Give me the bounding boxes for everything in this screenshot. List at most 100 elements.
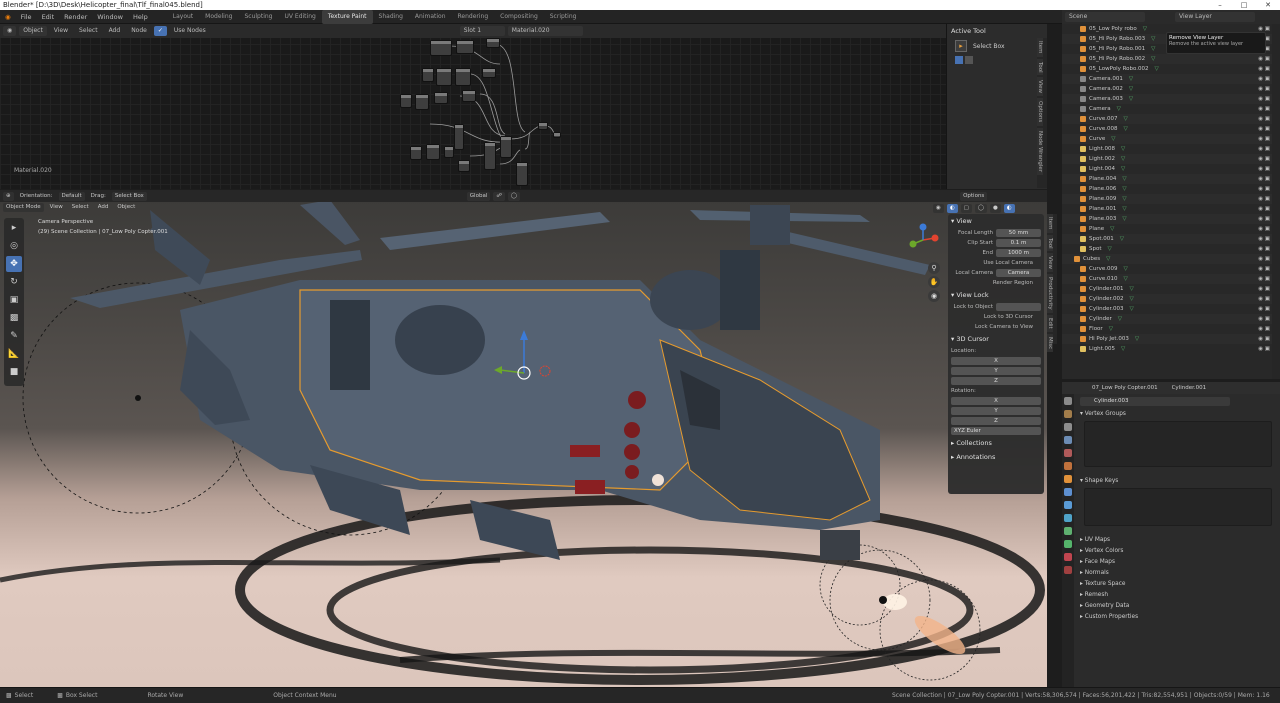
- visibility-eye-icon[interactable]: ◉ ▣: [1258, 116, 1270, 122]
- modifier-icon[interactable]: ▽: [1111, 136, 1115, 142]
- visibility-eye-icon[interactable]: ◉ ▣: [1258, 126, 1270, 132]
- tab-modeling[interactable]: Modeling: [199, 10, 238, 24]
- modifier-icon[interactable]: ▽: [1123, 276, 1127, 282]
- visibility-eye-icon[interactable]: ◉ ▣: [1258, 166, 1270, 172]
- modifier-icon[interactable]: ▽: [1118, 316, 1122, 322]
- tab-misc[interactable]: Misc: [1047, 333, 1053, 352]
- outliner-item[interactable]: Light.005 ▽ ◉ ▣: [1062, 344, 1272, 354]
- shader-node[interactable]: [486, 38, 500, 48]
- shader-node[interactable]: [482, 68, 496, 78]
- visibility-eye-icon[interactable]: ◉ ▣: [1258, 136, 1270, 142]
- viewport-menu-view[interactable]: View: [47, 203, 66, 212]
- menu-window[interactable]: Window: [92, 10, 128, 24]
- modifier-icon[interactable]: ▽: [1151, 36, 1155, 42]
- outliner-item[interactable]: Plane.009 ▽ ◉ ▣: [1062, 194, 1272, 204]
- collections-section[interactable]: ▸ Collections: [948, 436, 1044, 450]
- modifier-icon[interactable]: ▽: [1151, 56, 1155, 62]
- cursor-y-field[interactable]: Y: [951, 367, 1041, 375]
- tab-shading[interactable]: Shading: [373, 10, 409, 24]
- material-output-node[interactable]: [553, 132, 561, 138]
- modifier-icon[interactable]: ▽: [1122, 216, 1126, 222]
- outliner-item[interactable]: Curve.007 ▽ ◉ ▣: [1062, 114, 1272, 124]
- pan-hand-icon[interactable]: ✋: [928, 276, 940, 288]
- outliner-item[interactable]: Curve.008 ▽ ◉ ▣: [1062, 124, 1272, 134]
- maximize-icon[interactable]: □: [1232, 0, 1256, 10]
- visibility-eye-icon[interactable]: ◉ ▣: [1258, 256, 1270, 262]
- outliner-item[interactable]: Camera.002 ▽ ◉ ▣: [1062, 84, 1272, 94]
- outliner-item[interactable]: Spot.001 ▽ ◉ ▣: [1062, 234, 1272, 244]
- rotation-mode-dropdown[interactable]: XYZ Euler: [951, 427, 1041, 435]
- drag-dropdown[interactable]: Select Box: [111, 191, 147, 201]
- clip-end-field[interactable]: 1000 m: [996, 249, 1041, 257]
- tab-edit[interactable]: Edit: [1047, 314, 1053, 332]
- mesh-name-field[interactable]: Cylinder.003: [1080, 396, 1230, 406]
- visibility-eye-icon[interactable]: ◉ ▣: [1258, 286, 1270, 292]
- shader-node[interactable]: [500, 136, 512, 158]
- shader-node[interactable]: [455, 68, 471, 86]
- view-layer-tab-icon[interactable]: [1064, 436, 1072, 444]
- local-camera-checkbox[interactable]: Use Local Camera: [951, 260, 1036, 266]
- section-shape-keys[interactable]: ▾ Shape Keys: [1074, 475, 1280, 486]
- transform-orientation-icon[interactable]: ⊕: [3, 191, 14, 201]
- shader-node[interactable]: [454, 124, 464, 150]
- view-section-title[interactable]: ▾ View: [948, 214, 1044, 228]
- world-tab-icon[interactable]: [1064, 462, 1072, 470]
- visibility-eye-icon[interactable]: ◉ ▣: [1258, 66, 1270, 72]
- visibility-eye-icon[interactable]: ◉ ▣: [1258, 266, 1270, 272]
- section-vertex-colors[interactable]: ▸ Vertex Colors: [1074, 545, 1280, 556]
- visibility-eye-icon[interactable]: ◉ ▣: [1258, 316, 1270, 322]
- tab-tool[interactable]: Tool: [1037, 58, 1043, 76]
- outliner-item[interactable]: Light.008 ▽ ◉ ▣: [1062, 144, 1272, 154]
- tab-view[interactable]: View: [1047, 253, 1053, 273]
- viewport-menu-select[interactable]: Select: [69, 203, 92, 212]
- 3d-cursor-title[interactable]: ▾ 3D Cursor: [948, 332, 1044, 346]
- visibility-eye-icon[interactable]: ◉ ▣: [1258, 76, 1270, 82]
- tab-layout[interactable]: Layout: [167, 10, 199, 24]
- section-vertex-groups[interactable]: ▾ Vertex Groups: [1074, 408, 1280, 419]
- modifier-icon[interactable]: ▽: [1110, 226, 1114, 232]
- modifier-icon[interactable]: ▽: [1151, 46, 1155, 52]
- focal-length-field[interactable]: 50 mm: [996, 229, 1041, 237]
- modifier-icon[interactable]: ▽: [1120, 236, 1124, 242]
- shader-node[interactable]: [538, 122, 548, 130]
- transform-pivot-dropdown[interactable]: Global: [466, 191, 491, 201]
- modifier-icon[interactable]: ▽: [1106, 256, 1110, 262]
- shader-node[interactable]: [444, 146, 454, 158]
- shader-node[interactable]: [462, 90, 476, 102]
- outliner-item[interactable]: Curve.009 ▽ ◉ ▣: [1062, 264, 1272, 274]
- visibility-eye-icon[interactable]: ◉ ▣: [1258, 236, 1270, 242]
- tab-item[interactable]: Item: [1047, 214, 1053, 233]
- visibility-eye-icon[interactable]: ◉ ▣: [1258, 186, 1270, 192]
- shader-node[interactable]: [426, 144, 440, 160]
- close-icon[interactable]: ✕: [1256, 0, 1280, 10]
- modifier-icon[interactable]: ▽: [1123, 266, 1127, 272]
- outliner-item[interactable]: 05_LowPoly Robo.002 ▽ ◉ ▣: [1062, 64, 1272, 74]
- tab-productivity[interactable]: Productivity: [1047, 274, 1053, 313]
- cursor-ry-field[interactable]: Y: [951, 407, 1041, 415]
- vertex-groups-list[interactable]: [1084, 421, 1272, 467]
- modifier-icon[interactable]: ▽: [1121, 346, 1125, 352]
- outliner-item[interactable]: Plane ▽ ◉ ▣: [1062, 224, 1272, 234]
- lock-3d-cursor-checkbox[interactable]: Lock to 3D Cursor: [951, 314, 1036, 320]
- modifier-icon[interactable]: ▽: [1130, 296, 1134, 302]
- visibility-eye-icon[interactable]: ◉ ▣: [1258, 246, 1270, 252]
- options-dropdown[interactable]: Options: [960, 191, 988, 201]
- tab-uv-editing[interactable]: UV Editing: [279, 10, 322, 24]
- menu-render[interactable]: Render: [59, 10, 92, 24]
- view-lock-title[interactable]: ▾ View Lock: [948, 288, 1044, 302]
- lock-to-object-field[interactable]: [996, 303, 1041, 311]
- modifier-icon[interactable]: ▽: [1122, 196, 1126, 202]
- outliner-item[interactable]: Cylinder.003 ▽ ◉ ▣: [1062, 304, 1272, 314]
- visibility-eye-icon[interactable]: ◉ ▣: [1258, 226, 1270, 232]
- annotate-icon[interactable]: ✎: [6, 328, 22, 344]
- object-mode-dropdown[interactable]: Object Mode: [3, 203, 44, 212]
- modifier-icon[interactable]: ▽: [1130, 306, 1134, 312]
- tab-tool[interactable]: Tool: [1047, 234, 1053, 252]
- section-geometry-data[interactable]: ▸ Geometry Data: [1074, 600, 1280, 611]
- visibility-eye-icon[interactable]: ◉ ▣: [1258, 346, 1270, 352]
- visibility-eye-icon[interactable]: ◉ ▣: [1258, 336, 1270, 342]
- modifier-icon[interactable]: ▽: [1121, 156, 1125, 162]
- proportional-edit-icon[interactable]: ◯: [507, 191, 521, 201]
- shader-node[interactable]: [458, 160, 470, 172]
- select-mode-icon[interactable]: [965, 56, 973, 64]
